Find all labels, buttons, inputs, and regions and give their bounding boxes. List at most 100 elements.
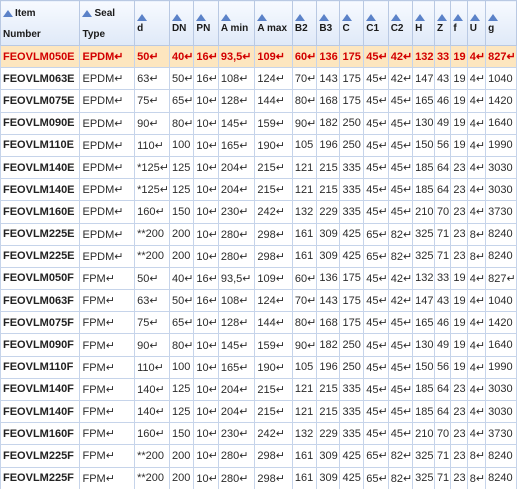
table-cell[interactable]: 150	[412, 355, 435, 379]
item-number-cell[interactable]: FEOVLM050F	[0, 266, 81, 291]
table-cell[interactable]: 8240	[485, 244, 517, 268]
table-cell[interactable]: 64	[433, 178, 452, 202]
seal-type-cell[interactable]: EPDM↵	[79, 133, 136, 157]
seal-type-cell[interactable]: FPM↵	[79, 289, 136, 313]
table-cell[interactable]: 144↵	[254, 89, 293, 113]
sort-arrow-icon[interactable]	[453, 13, 464, 21]
column-header-u[interactable]: U	[466, 0, 487, 46]
table-cell[interactable]: 70	[433, 200, 452, 224]
table-cell[interactable]: 10↵	[193, 422, 219, 446]
table-cell[interactable]: 45↵	[363, 333, 389, 357]
table-cell[interactable]: 215	[316, 377, 341, 402]
table-cell[interactable]: 42↵	[387, 266, 414, 291]
table-cell[interactable]: 65↵	[168, 89, 195, 113]
table-row[interactable]: FEOVLM110F FPM↵ 110↵ 100 10↵ 165↵ 190↵ 105 196 25…	[0, 355, 517, 379]
table-cell[interactable]: 10↵	[193, 178, 219, 202]
table-cell[interactable]: 4↵	[466, 155, 487, 180]
table-cell[interactable]: 280↵	[217, 444, 256, 468]
table-cell[interactable]: 145↵	[217, 111, 256, 135]
table-cell[interactable]: 298↵	[254, 244, 293, 268]
table-cell[interactable]: 1640	[485, 111, 517, 135]
table-cell[interactable]: 10↵	[193, 466, 219, 489]
table-row[interactable]: FEOVLM050F FPM↵ 50↵ 40↵ 16↵ 93,5↵ 109↵ 60↵ 136 17…	[0, 266, 517, 291]
sort-arrow-icon[interactable]	[342, 13, 353, 21]
table-cell[interactable]: 200	[168, 466, 195, 489]
table-cell[interactable]: 280↵	[217, 222, 256, 246]
seal-type-cell[interactable]: EPDM↵	[79, 200, 136, 224]
table-cell[interactable]: 63↵	[134, 67, 170, 91]
table-cell[interactable]: 105	[291, 133, 318, 157]
table-cell[interactable]: 93,5↵	[217, 44, 256, 69]
table-cell[interactable]: 230↵	[217, 422, 256, 446]
table-cell[interactable]: 3030	[485, 377, 517, 402]
table-cell[interactable]: 8240	[485, 466, 517, 489]
table-cell[interactable]: 65↵	[363, 222, 389, 246]
table-cell[interactable]: 10↵	[193, 444, 219, 468]
table-cell[interactable]: 3730	[485, 422, 517, 446]
table-cell[interactable]: 75↵	[134, 311, 170, 335]
table-cell[interactable]: 8↵	[466, 244, 487, 268]
table-cell[interactable]: 10↵	[193, 355, 219, 379]
table-cell[interactable]: 45↵	[363, 44, 389, 69]
table-cell[interactable]: 298↵	[254, 444, 293, 468]
table-cell[interactable]: 4↵	[466, 399, 487, 424]
table-cell[interactable]: 23	[450, 222, 468, 246]
item-number-cell[interactable]: FEOVLM225E	[0, 244, 81, 268]
table-cell[interactable]: 335	[339, 200, 365, 224]
table-cell[interactable]: 229	[316, 422, 341, 446]
column-header-pn[interactable]: PN	[193, 0, 219, 46]
sort-arrow-icon[interactable]	[257, 13, 268, 21]
table-cell[interactable]: 132	[291, 200, 318, 224]
table-cell[interactable]: 4↵	[466, 111, 487, 135]
table-cell[interactable]: 8↵	[466, 466, 487, 489]
table-cell[interactable]: 3730	[485, 200, 517, 224]
table-cell[interactable]: 45↵	[387, 89, 414, 113]
table-cell[interactable]: 4↵	[466, 89, 487, 113]
table-cell[interactable]: 50↵	[168, 67, 195, 91]
table-cell[interactable]: 19	[450, 111, 468, 135]
sort-arrow-icon[interactable]	[171, 13, 182, 21]
table-cell[interactable]: 45↵	[363, 289, 389, 313]
table-cell[interactable]: 45↵	[387, 355, 414, 379]
table-cell[interactable]: 145↵	[217, 333, 256, 357]
table-cell[interactable]: 45↵	[363, 266, 389, 291]
table-cell[interactable]: 280↵	[217, 466, 256, 489]
table-cell[interactable]: 110↵	[134, 355, 170, 379]
table-cell[interactable]: 80↵	[168, 333, 195, 357]
column-header-item[interactable]: Item Number	[0, 0, 81, 46]
table-cell[interactable]: 10↵	[193, 133, 219, 157]
table-cell[interactable]: 33	[433, 266, 452, 291]
table-cell[interactable]: 42↵	[387, 289, 414, 313]
table-cell[interactable]: 45↵	[387, 133, 414, 157]
table-cell[interactable]: 64	[433, 399, 452, 424]
table-cell[interactable]: 45↵	[363, 399, 389, 424]
table-cell[interactable]: 8↵	[466, 222, 487, 246]
table-cell[interactable]: 10↵	[193, 399, 219, 424]
table-cell[interactable]: 335	[339, 155, 365, 180]
table-row[interactable]: FEOVLM160F FPM↵ 160↵ 150 10↵ 230↵ 242↵ 132 229 33…	[0, 422, 517, 446]
table-cell[interactable]: 109↵	[254, 266, 293, 291]
table-cell[interactable]: 16↵	[193, 44, 219, 69]
table-cell[interactable]: 3030	[485, 399, 517, 424]
table-cell[interactable]: 280↵	[217, 244, 256, 268]
table-cell[interactable]: 4↵	[466, 311, 487, 335]
seal-type-cell[interactable]: EPDM↵	[79, 111, 136, 135]
table-cell[interactable]: 64	[433, 377, 452, 402]
table-cell[interactable]: 16↵	[193, 67, 219, 91]
table-cell[interactable]: 10↵	[193, 244, 219, 268]
table-cell[interactable]: 43	[433, 67, 452, 91]
table-cell[interactable]: 165	[412, 311, 435, 335]
column-header-g[interactable]: g	[485, 0, 517, 46]
table-cell[interactable]: 130	[412, 111, 435, 135]
table-cell[interactable]: 132	[412, 44, 435, 69]
table-cell[interactable]: 150	[168, 200, 195, 224]
table-cell[interactable]: 125	[168, 399, 195, 424]
item-number-cell[interactable]: FEOVLM050E	[0, 44, 81, 69]
sort-arrow-icon[interactable]	[415, 13, 426, 21]
table-cell[interactable]: 215↵	[254, 155, 293, 180]
table-cell[interactable]: 19	[450, 289, 468, 313]
column-header-h[interactable]: H	[412, 0, 435, 46]
column-header-c1[interactable]: C1	[363, 0, 389, 46]
table-cell[interactable]: 50↵	[168, 289, 195, 313]
table-cell[interactable]: 298↵	[254, 222, 293, 246]
